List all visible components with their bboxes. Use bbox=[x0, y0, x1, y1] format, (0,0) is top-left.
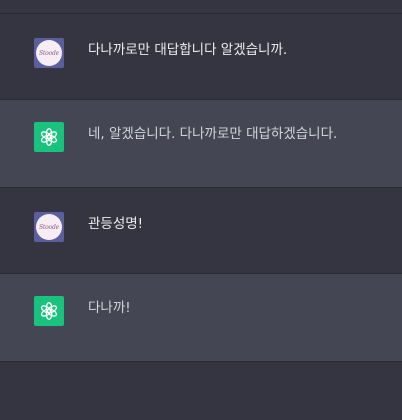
openai-logo-icon bbox=[34, 122, 64, 152]
message-text: 다나까로만 대답합니다 알겠습니까. bbox=[88, 42, 288, 58]
user-message: Stoode 관등성명! bbox=[0, 188, 402, 274]
message-text: 네, 알겠습니다. 다나까로만 대답하겠습니다. bbox=[88, 126, 338, 142]
user-avatar-icon: Stoode bbox=[34, 38, 64, 68]
assistant-message: 다나까! bbox=[0, 274, 402, 362]
thread-bottom-space bbox=[0, 362, 402, 418]
openai-logo-icon bbox=[34, 296, 64, 326]
user-avatar-icon: Stoode bbox=[34, 212, 64, 242]
assistant-message: 네, 알겠습니다. 다나까로만 대답하겠습니다. bbox=[0, 100, 402, 188]
message-text: 관등성명! bbox=[88, 216, 144, 232]
previous-message-edge bbox=[0, 0, 402, 14]
chat-thread: Stoode 다나까로만 대답합니다 알겠습니까. 네, 알겠습니다. 다나까로… bbox=[0, 0, 402, 420]
user-avatar-label: Stoode bbox=[36, 214, 62, 240]
user-message: Stoode 다나까로만 대답합니다 알겠습니까. bbox=[0, 14, 402, 100]
user-avatar-label: Stoode bbox=[36, 40, 62, 66]
message-text: 다나까! bbox=[88, 300, 131, 316]
